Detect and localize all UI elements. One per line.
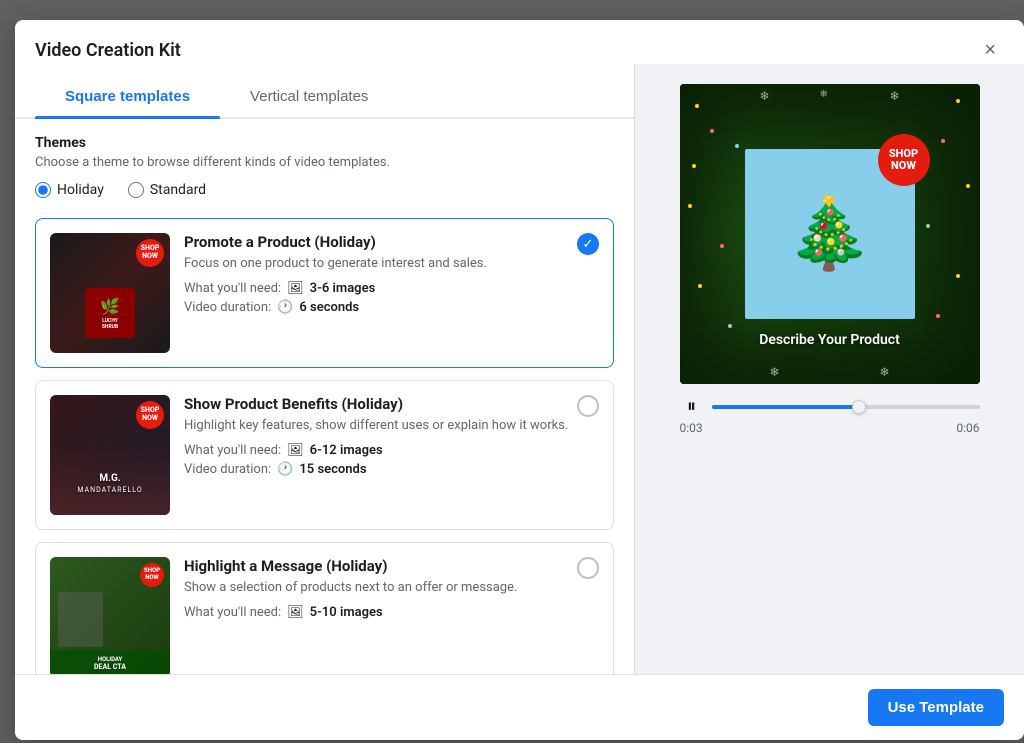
select-indicator-1: ✓	[577, 233, 599, 255]
meta-duration-2: Video duration: 🕐 15 seconds	[184, 462, 599, 477]
themes-title: Themes	[35, 135, 614, 151]
tab-square[interactable]: Square templates	[35, 76, 220, 117]
images-count-2: 6-12 images	[310, 443, 383, 458]
theme-holiday-radio[interactable]	[35, 182, 51, 198]
progress-fill	[712, 405, 859, 409]
theme-standard-radio[interactable]	[128, 182, 144, 198]
shop-now-badge-3: SHOPNOW	[140, 563, 164, 587]
template-thumbnail-3: SHOPNOW HOLIDAY DEAL CTA	[50, 557, 170, 674]
left-content: Themes Choose a theme to browse differen…	[15, 119, 634, 674]
modal-body: Square templates Vertical templates Them…	[15, 64, 1024, 674]
template-meta-3: What you'll need: 🖼 5-10 images	[184, 605, 599, 620]
images-count-3: 5-10 images	[310, 605, 383, 620]
tabs-container: Square templates Vertical templates	[15, 76, 634, 119]
video-controls: ⏸ 0:03 0:06	[680, 396, 980, 435]
tab-vertical[interactable]: Vertical templates	[220, 76, 398, 117]
video-preview: ❄ ❄ ❄ ❄ ❄ 🎄 SHOPNOW	[680, 84, 980, 384]
pause-button[interactable]: ⏸	[680, 396, 704, 417]
template-thumbnail-1: SHOPNOW 🌿 LUCHYSHRUB	[50, 233, 170, 353]
theme-radio-group: Holiday Standard	[35, 182, 614, 198]
template-card-promote[interactable]: SHOPNOW 🌿 LUCHYSHRUB Promote a Product (…	[35, 218, 614, 368]
select-indicator-2	[577, 395, 599, 417]
time-current: 0:03	[680, 421, 703, 435]
clock-icon-1: 🕐	[277, 300, 293, 315]
meta-images-3: What you'll need: 🖼 5-10 images	[184, 605, 599, 620]
use-template-button[interactable]: Use Template	[868, 689, 1004, 726]
duration-value-1: 6 seconds	[299, 300, 359, 315]
duration-value-2: 15 seconds	[299, 462, 366, 477]
close-button[interactable]: ×	[976, 36, 1004, 64]
template-desc-1: Focus on one product to generate interes…	[184, 255, 599, 273]
preview-describe-text: Describe Your Product	[759, 332, 900, 348]
themes-description: Choose a theme to browse different kinds…	[35, 155, 614, 170]
right-panel: ❄ ❄ ❄ ❄ ❄ 🎄 SHOPNOW	[635, 64, 1024, 674]
progress-track[interactable]	[712, 405, 980, 409]
template-card-benefits[interactable]: SHOPNOW M.G.MANDATARELLO Show Product Be…	[35, 380, 614, 530]
image-icon-3: 🖼	[287, 605, 304, 620]
modal-header: Video Creation Kit ×	[15, 20, 1024, 64]
template-desc-2: Highlight key features, show different u…	[184, 417, 599, 435]
template-info-3: Highlight a Message (Holiday) Show a sel…	[184, 557, 599, 620]
template-name-1: Promote a Product (Holiday)	[184, 233, 599, 251]
template-thumbnail-2: SHOPNOW M.G.MANDATARELLO	[50, 395, 170, 515]
preview-shop-badge: SHOPNOW	[878, 134, 930, 186]
select-indicator-3	[577, 557, 599, 579]
clock-icon-2: 🕐	[277, 462, 293, 477]
meta-images-2: What you'll need: 🖼 6-12 images	[184, 443, 599, 458]
template-card-message[interactable]: SHOPNOW HOLIDAY DEAL CTA Highlight a Mes	[35, 542, 614, 674]
video-creation-kit-modal: Video Creation Kit × Square templates Ve…	[15, 20, 1024, 740]
holiday-deal-label: HOLIDAY DEAL CTA	[50, 650, 170, 674]
shop-now-badge-2: SHOPNOW	[136, 401, 164, 429]
shop-now-badge-1: SHOPNOW	[136, 239, 164, 267]
modal-title: Video Creation Kit	[35, 40, 181, 61]
time-labels: 0:03 0:06	[680, 421, 980, 435]
template-meta-1: What you'll need: 🖼 3-6 images Video dur…	[184, 281, 599, 315]
image-icon-1: 🖼	[287, 281, 304, 296]
video-progress-bar: ⏸	[680, 396, 980, 417]
template-info-2: Show Product Benefits (Holiday) Highligh…	[184, 395, 599, 477]
template-desc-3: Show a selection of products next to an …	[184, 579, 599, 597]
meta-duration-1: Video duration: 🕐 6 seconds	[184, 300, 599, 315]
template-name-2: Show Product Benefits (Holiday)	[184, 395, 599, 413]
image-icon-2: 🖼	[287, 443, 304, 458]
left-panel: Square templates Vertical templates Them…	[15, 64, 635, 674]
logo-1: 🌿 LUCHYSHRUB	[85, 288, 135, 338]
themes-section: Themes Choose a theme to browse differen…	[35, 135, 614, 198]
time-total: 0:06	[956, 421, 979, 435]
modal-footer: Use Template	[15, 674, 1024, 740]
images-count-1: 3-6 images	[310, 281, 376, 296]
template-name-3: Highlight a Message (Holiday)	[184, 557, 599, 575]
preview-product-box: 🎄 SHOPNOW	[745, 149, 915, 319]
brand-text-2: M.G.MANDATARELLO	[77, 473, 142, 495]
template-meta-2: What you'll need: 🖼 6-12 images Video du…	[184, 443, 599, 477]
template-list: SHOPNOW 🌿 LUCHYSHRUB Promote a Product (…	[35, 218, 614, 674]
theme-standard-option[interactable]: Standard	[128, 182, 206, 198]
theme-holiday-option[interactable]: Holiday	[35, 182, 104, 198]
meta-images-1: What you'll need: 🖼 3-6 images	[184, 281, 599, 296]
progress-thumb[interactable]	[852, 400, 866, 414]
template-info-1: Promote a Product (Holiday) Focus on one…	[184, 233, 599, 315]
